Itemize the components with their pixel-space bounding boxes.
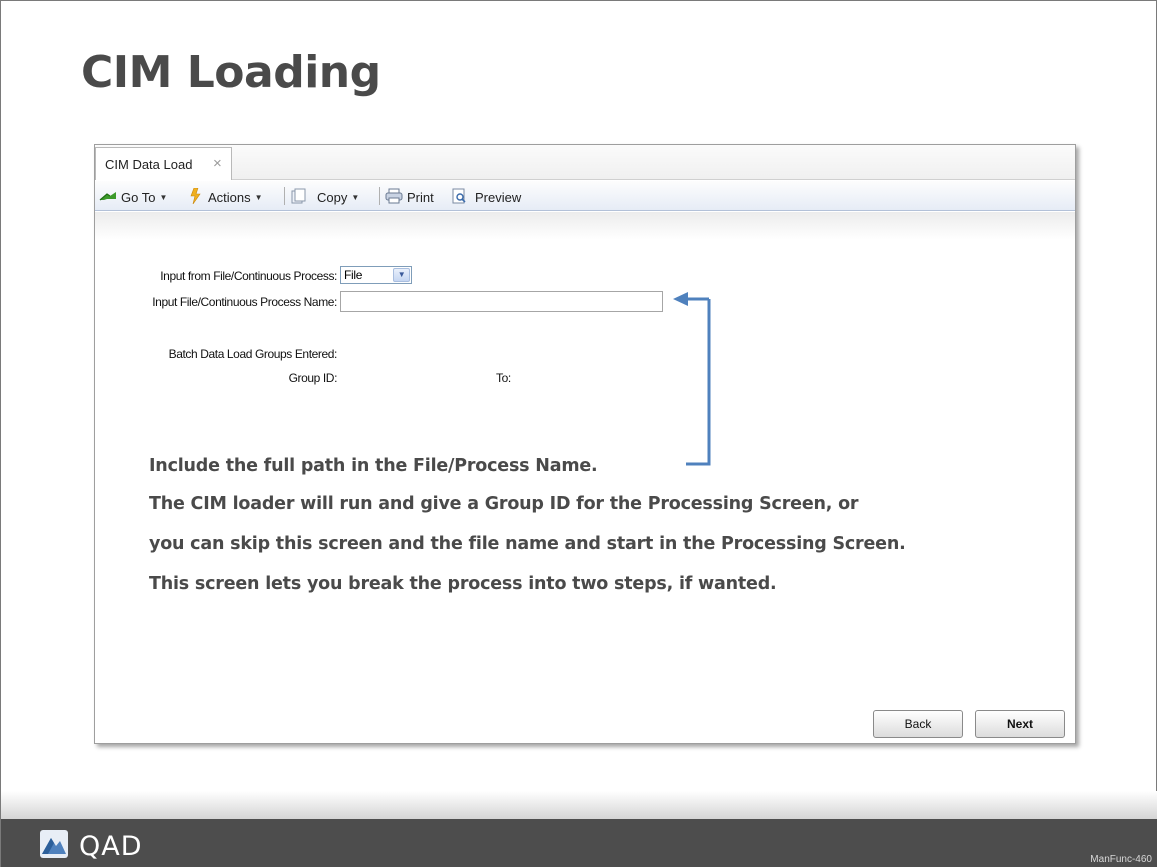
footer-gradient: [1, 791, 1157, 819]
tab-cim-data-load[interactable]: CIM Data Load ×: [95, 147, 232, 180]
goto-arrow-icon: [99, 190, 117, 205]
group-id-label: Group ID:: [288, 371, 338, 385]
actions-label: Actions: [208, 189, 251, 205]
input-file-name-field[interactable]: [340, 291, 663, 312]
copy-label: Copy: [317, 189, 348, 205]
footer: QAD ManFunc-460: [1, 819, 1157, 867]
toolbar-divider: [379, 187, 380, 205]
input-from-value: File: [344, 268, 363, 282]
batch-groups-label: Batch Data Load Groups Entered:: [168, 347, 338, 361]
header-band: [95, 212, 1075, 240]
annotation-line-4: This screen lets you break the process i…: [149, 574, 777, 594]
annotation-arrow: [673, 292, 711, 466]
printer-icon: [385, 188, 403, 207]
toolbar: Go To ▼ Actions ▼ Copy ▼ Print Preview: [95, 181, 1075, 211]
slide-code: ManFunc-460: [1090, 854, 1152, 865]
slide-title: CIM Loading: [81, 47, 381, 98]
chevron-down-icon: ▼: [351, 192, 360, 202]
cim-data-load-window: CIM Data Load × Go To ▼ Actions ▼ Copy ▼…: [94, 144, 1076, 744]
annotation-line-1: Include the full path in the File/Proces…: [149, 456, 598, 476]
tab-bar: CIM Data Load ×: [95, 145, 1075, 180]
input-from-select[interactable]: File ▼: [340, 266, 412, 284]
preview-icon: [451, 188, 467, 207]
close-icon[interactable]: ×: [213, 155, 222, 172]
back-button[interactable]: Back: [873, 710, 963, 738]
preview-label: Preview: [475, 189, 522, 205]
chevron-down-icon: ▼: [254, 192, 263, 202]
copy-menu-button[interactable]: Copy ▼: [291, 187, 359, 207]
goto-menu-button[interactable]: Go To ▼: [99, 187, 167, 207]
tab-label: CIM Data Load: [105, 157, 193, 172]
print-label: Print: [407, 189, 434, 205]
copy-icon: [291, 188, 307, 207]
input-name-label: Input File/Continuous Process Name:: [152, 295, 337, 309]
toolbar-divider: [284, 187, 285, 205]
chevron-down-icon: ▼: [159, 192, 168, 202]
print-button[interactable]: Print: [385, 187, 434, 207]
next-button[interactable]: Next: [975, 710, 1065, 738]
chevron-down-icon[interactable]: ▼: [393, 268, 410, 282]
actions-lightning-icon: [189, 187, 201, 207]
actions-menu-button[interactable]: Actions ▼: [189, 187, 263, 207]
annotation-line-2: The CIM loader will run and give a Group…: [149, 494, 859, 514]
preview-button[interactable]: Preview: [451, 187, 521, 207]
to-label: To:: [496, 371, 511, 385]
qad-logo: QAD: [39, 829, 143, 864]
qad-logo-icon: [39, 829, 69, 864]
input-from-label: Input from File/Continuous Process:: [160, 269, 337, 283]
slide: CIM Loading CIM Data Load × Go To ▼ Acti…: [0, 0, 1157, 867]
qad-logo-text: QAD: [79, 831, 143, 862]
annotation-line-3: you can skip this screen and the file na…: [149, 534, 906, 554]
goto-label: Go To: [121, 189, 156, 205]
